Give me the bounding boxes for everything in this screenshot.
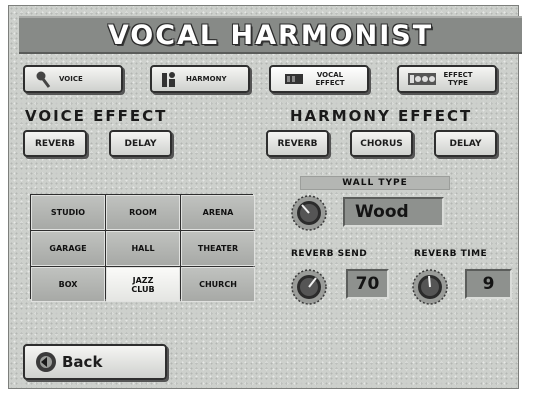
room-room-button[interactable]: ROOM (106, 195, 180, 230)
tab-effect-type[interactable]: EFFECT TYPE (397, 65, 497, 93)
room-type-grid: STUDIO ROOM ARENA GARAGE HALL THEATER BO… (30, 194, 255, 302)
room-jazz-club-button[interactable]: JAZZ CLUB (106, 267, 180, 302)
reverb-time-knob-icon[interactable] (412, 269, 448, 305)
room-church-button[interactable]: CHURCH (181, 267, 255, 302)
back-button[interactable]: Back (23, 344, 167, 380)
title-bar: VOCAL HARMONIST (19, 16, 522, 54)
back-button-label: Back (62, 353, 103, 371)
room-arena-button[interactable]: ARENA (181, 195, 255, 230)
wall-type-value: Wood (343, 197, 444, 227)
tab-vocal-effect[interactable]: VOCAL EFFECT (269, 65, 369, 93)
tab-voice[interactable]: VOICE (23, 65, 123, 93)
room-box-button[interactable]: BOX (31, 267, 105, 302)
tab-effect-type-label: EFFECT TYPE (443, 71, 473, 87)
room-theater-button[interactable]: THEATER (181, 231, 255, 266)
harmony-delay-button[interactable]: DELAY (434, 130, 497, 157)
harmony-effect-title: HARMONY EFFECT (290, 107, 473, 125)
harmony-reverb-button[interactable]: REVERB (266, 130, 329, 157)
reverb-send-knob-icon[interactable] (291, 269, 327, 305)
tab-harmony-label: HARMONY (186, 75, 227, 83)
back-icon (36, 352, 56, 372)
reverb-send-value: 70 (346, 269, 389, 299)
tab-vocal-effect-label: VOCAL EFFECT (315, 71, 345, 87)
tab-voice-label: VOICE (59, 75, 83, 83)
reverb-time-value: 9 (465, 269, 512, 299)
wall-type-label: WALL TYPE (300, 176, 450, 190)
room-garage-button[interactable]: GARAGE (31, 231, 105, 266)
vocal-harmonist-screen: VOCAL HARMONIST VOICE HARMONY VOCAL EFFE… (8, 5, 522, 389)
tab-harmony[interactable]: HARMONY (150, 65, 250, 93)
room-hall-button[interactable]: HALL (106, 231, 180, 266)
voice-delay-button[interactable]: DELAY (109, 130, 172, 157)
voice-reverb-button[interactable]: REVERB (23, 130, 87, 157)
effect-icon (285, 74, 303, 84)
reverb-time-label: REVERB TIME (414, 249, 488, 259)
voice-effect-title: VOICE EFFECT (25, 107, 168, 125)
page-title: VOCAL HARMONIST (107, 19, 434, 51)
room-studio-button[interactable]: STUDIO (31, 195, 105, 230)
effect-type-icon (408, 73, 436, 85)
singers-icon (162, 72, 175, 87)
reverb-send-label: REVERB SEND (291, 249, 368, 259)
microphone-icon (36, 71, 51, 88)
wall-type-knob-icon[interactable] (291, 195, 327, 231)
harmony-chorus-button[interactable]: CHORUS (350, 130, 413, 157)
